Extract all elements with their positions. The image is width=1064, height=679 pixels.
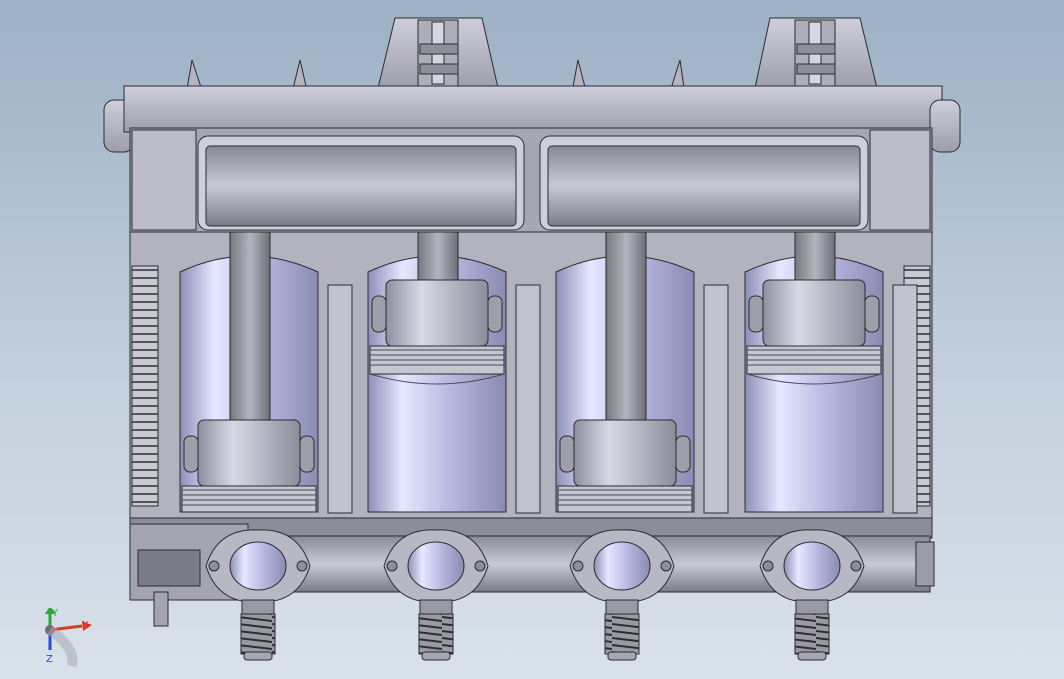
flange-bolt (762, 560, 774, 572)
graphics-viewport[interactable]: X Y Z (0, 0, 1064, 679)
flange-bolt (572, 560, 584, 572)
z-axis-label: Z (46, 654, 53, 665)
intake-port-3 (569, 529, 675, 661)
wrist-pin-left (371, 295, 387, 333)
wrist-pin-right (864, 295, 880, 333)
valve-spring (604, 613, 640, 655)
cylinder-head (129, 127, 933, 233)
intake-port-4 (759, 529, 865, 661)
y-axis-label: Y (51, 608, 59, 619)
wrist-pin-left (183, 435, 199, 473)
wrist-pin-left (748, 295, 764, 333)
flange-bolt (386, 560, 398, 572)
spring-retainer (797, 651, 827, 661)
spring-retainer (607, 651, 637, 661)
port-opening (593, 541, 651, 591)
spring-retainer (243, 651, 273, 661)
wrist-pin-right (675, 435, 691, 473)
valve-spring (794, 613, 830, 655)
engine-model[interactable] (0, 0, 1064, 679)
intake-port-2 (383, 529, 489, 661)
cylinder-wall (327, 284, 353, 514)
port-opening (407, 541, 465, 591)
orientation-triad: X Y Z (36, 606, 106, 672)
flange-bolt (850, 560, 862, 572)
piston (762, 279, 866, 347)
wrist-pin-right (487, 295, 503, 333)
port-opening (229, 541, 287, 591)
cylinder-wall (892, 284, 918, 514)
piston (385, 279, 489, 347)
valve-spring (240, 613, 276, 655)
flange-bolt (660, 560, 672, 572)
piston (197, 419, 301, 487)
cylinder-wall (703, 284, 729, 514)
port-opening (783, 541, 841, 591)
flange-bolt (208, 560, 220, 572)
cylinder-wall (515, 284, 541, 514)
flange-bolt (296, 560, 308, 572)
wrist-pin-left (559, 435, 575, 473)
connecting-rod (229, 231, 271, 441)
piston (573, 419, 677, 487)
flange-bolt (474, 560, 486, 572)
wrist-pin-right (299, 435, 315, 473)
connecting-rod (605, 231, 647, 441)
spring-retainer (421, 651, 451, 661)
valve-spring (418, 613, 454, 655)
x-axis-label: X (82, 620, 89, 631)
